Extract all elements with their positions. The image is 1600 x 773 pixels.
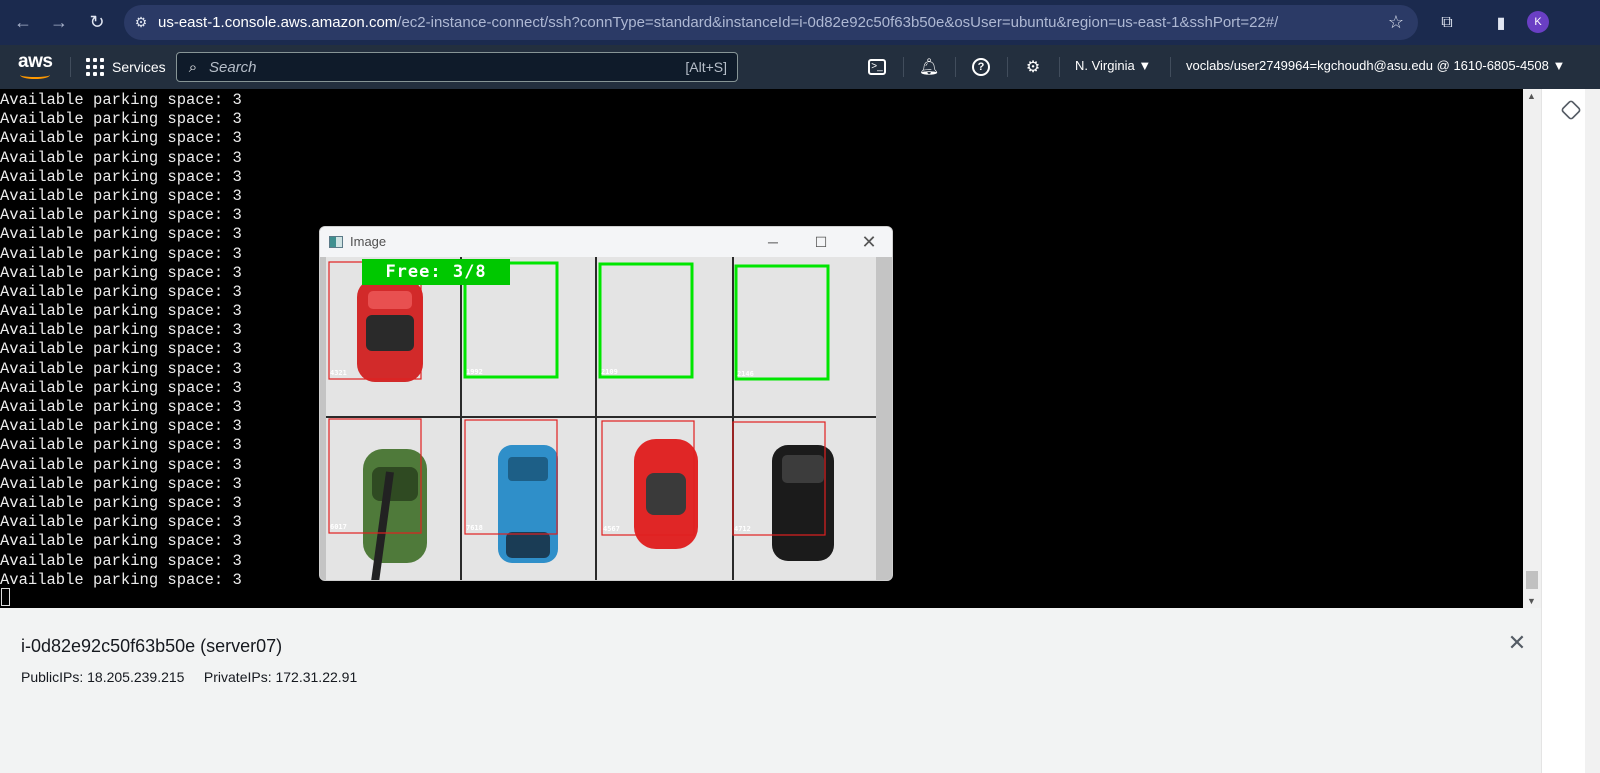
image-window-title: Image [350, 234, 387, 249]
slot-pixel-count: 6017 [330, 523, 347, 531]
instance-info-panel: i-0d82e92c50f63b50e (server07) PublicIPs… [0, 608, 1541, 773]
slot-pixel-count: 4321 [330, 369, 347, 377]
account-menu[interactable]: voclabs/user2749964=kgchoudh@asu.edu @ 1… [1186, 58, 1565, 73]
region-selector[interactable]: N. Virginia ▼ [1075, 58, 1151, 73]
terminal-line: Available parking space: 3 [0, 474, 242, 493]
terminal-line: Available parking space: 3 [0, 570, 242, 589]
terminal-line: Available parking space: 3 [0, 225, 242, 244]
terminal-line: Available parking space: 3 [0, 321, 242, 340]
image-window-titlebar[interactable]: Image ─ ☐ ✕ [320, 227, 892, 257]
header-divider [70, 57, 71, 77]
terminal-line: Available parking space: 3 [0, 493, 242, 512]
search-shortcut-hint: [Alt+S] [685, 59, 727, 75]
terminal-line: Available parking space: 3 [0, 302, 242, 321]
terminal-line: Available parking space: 3 [0, 263, 242, 282]
page-scrollbar[interactable] [1585, 89, 1600, 773]
forward-icon[interactable]: → [44, 7, 74, 37]
scrollbar-thumb[interactable] [1526, 571, 1538, 589]
search-box[interactable]: ⌕ [Alt+S] [176, 52, 738, 82]
aws-console-header: aws Services ⌕ [Alt+S] >_ 🔔︎ ? ⚙ N. Virg… [0, 45, 1600, 89]
slot-pixel-count: 2146 [737, 370, 754, 378]
terminal-line: Available parking space: 3 [0, 91, 242, 109]
image-app-icon [329, 236, 343, 248]
bookmark-star-icon[interactable]: ☆ [1388, 12, 1404, 33]
terminal-cursor [1, 588, 10, 606]
maximize-icon[interactable]: ☐ [804, 231, 838, 253]
instance-title: i-0d82e92c50f63b50e (server07) [21, 636, 283, 656]
terminal-line: Available parking space: 3 [0, 551, 242, 570]
help-icon[interactable]: ? [969, 55, 993, 79]
terminal-scrollbar[interactable]: ▲ ▼ [1523, 89, 1541, 608]
terminal-line: Available parking space: 3 [0, 417, 242, 436]
services-grid-icon [86, 58, 104, 76]
back-icon[interactable]: ← [8, 7, 38, 37]
minimize-icon[interactable]: ─ [756, 231, 790, 253]
notifications-bell-icon[interactable]: 🔔︎ [917, 55, 941, 79]
car-red-convertible [634, 439, 698, 549]
terminal-line: Available parking space: 3 [0, 167, 242, 186]
side-panel-toggle-icon[interactable] [1560, 99, 1582, 121]
terminal-line: Available parking space: 3 [0, 455, 242, 474]
services-label: Services [112, 59, 166, 75]
header-divider [1007, 57, 1008, 77]
slot-pixel-count: 7618 [466, 524, 483, 532]
side-panel-icon[interactable]: ▮ [1486, 8, 1516, 38]
terminal-line: Available parking space: 3 [0, 436, 242, 455]
terminal-line: Available parking space: 3 [0, 148, 242, 167]
slot-pixel-count: 2109 [601, 368, 618, 376]
car-blue [498, 445, 558, 563]
terminal-output: Available parking space: 3 Available park… [0, 91, 242, 590]
terminal-line: Available parking space: 3 [0, 378, 242, 397]
terminal-line: Available parking space: 3 [0, 340, 242, 359]
reload-icon[interactable]: ↻ [82, 7, 112, 37]
cloudshell-icon[interactable]: >_ [865, 55, 889, 79]
settings-gear-icon[interactable]: ⚙ [1021, 55, 1045, 79]
slot-pixel-count: 4567 [603, 525, 620, 533]
slot-pixel-count: 1992 [466, 368, 483, 376]
extensions-icon[interactable]: ⧉ [1432, 8, 1462, 38]
terminal-line: Available parking space: 3 [0, 359, 242, 378]
browser-toolbar: ← → ↻ ⚙ us-east-1.console.aws.amazon.com… [0, 0, 1600, 45]
scroll-up-icon[interactable]: ▲ [1527, 91, 1536, 101]
parking-lot-image: Free: 3/8 4321 1992 2109 2146 6017 7618 … [320, 257, 892, 580]
profile-avatar[interactable]: K [1527, 11, 1549, 33]
instance-ip-addresses: PublicIPs: 18.205.239.215 PrivateIPs: 17… [21, 669, 358, 685]
header-divider [1170, 57, 1171, 77]
terminal-line: Available parking space: 3 [0, 282, 242, 301]
address-bar[interactable]: ⚙ us-east-1.console.aws.amazon.com/ec2-i… [124, 5, 1418, 40]
search-input[interactable] [209, 58, 686, 76]
image-viewer-window[interactable]: Image ─ ☐ ✕ Free: 3/8 4321 1992 2109 214… [319, 226, 893, 581]
close-icon[interactable]: ✕ [852, 231, 886, 253]
header-divider [903, 57, 904, 77]
terminal-line: Available parking space: 3 [0, 206, 242, 225]
terminal-line: Available parking space: 3 [0, 186, 242, 205]
terminal-line: Available parking space: 3 [0, 110, 242, 129]
slot-pixel-count: 4712 [734, 525, 751, 533]
scroll-down-icon[interactable]: ▼ [1527, 596, 1536, 606]
header-divider [955, 57, 956, 77]
terminal-line: Available parking space: 3 [0, 532, 242, 551]
terminal-line: Available parking space: 3 [0, 244, 242, 263]
terminal-line: Available parking space: 3 [0, 129, 242, 148]
url-text[interactable]: us-east-1.console.aws.amazon.com/ec2-ins… [158, 14, 1278, 31]
header-divider [1059, 57, 1060, 77]
aws-logo[interactable]: aws [18, 51, 53, 81]
site-settings-icon[interactable]: ⚙ [124, 14, 158, 31]
car-red-top [357, 279, 423, 382]
close-panel-icon[interactable]: ✕ [1506, 630, 1528, 655]
free-count-label: Free: 3/8 [362, 259, 510, 285]
search-icon: ⌕ [188, 58, 198, 76]
services-button[interactable]: Services [86, 54, 166, 80]
terminal-line: Available parking space: 3 [0, 398, 242, 416]
terminal-line: Available parking space: 3 [0, 513, 242, 532]
